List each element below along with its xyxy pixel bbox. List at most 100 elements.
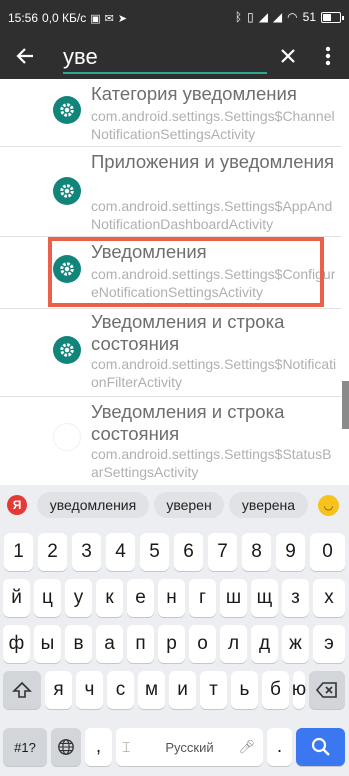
key[interactable]: ф — [3, 625, 30, 663]
key[interactable]: р — [158, 625, 185, 663]
item-subtitle: com.android.settings.Settings$AppAndNoti… — [91, 198, 333, 232]
list-item[interactable]: Уведомления и строка состояния com.andro… — [0, 397, 341, 485]
email-icon: ✉ — [104, 12, 114, 25]
results-list: Категория уведомления com.android.settin… — [0, 79, 349, 485]
key[interactable]: л — [220, 625, 247, 663]
language-key[interactable] — [51, 728, 81, 766]
key[interactable]: 0 — [310, 533, 345, 571]
list-item[interactable]: Категория уведомления com.android.settin… — [0, 79, 341, 147]
key[interactable]: а — [96, 625, 123, 663]
suggestion-chip[interactable]: уверен — [154, 492, 224, 518]
bluetooth-icon: ᛒ — [234, 10, 243, 24]
suggestion-chip[interactable]: уверена — [229, 492, 308, 518]
key[interactable]: 3 — [72, 533, 101, 571]
key[interactable]: т — [200, 671, 227, 709]
search-field[interactable] — [63, 41, 267, 74]
list-item[interactable]: Приложения и уведомления com.android.set… — [0, 147, 341, 237]
gear-icon — [53, 336, 81, 364]
key[interactable]: в — [65, 625, 92, 663]
cursor-icon: ⌶ — [122, 738, 131, 755]
gear-icon — [53, 177, 81, 205]
item-title: Уведомления и строка состояния — [91, 311, 285, 354]
symbols-key[interactable]: #1? — [3, 728, 47, 766]
search-key[interactable] — [296, 728, 345, 766]
key[interactable]: я — [45, 671, 72, 709]
key[interactable]: 6 — [174, 533, 203, 571]
net-speed: 0,0 КБ/с — [42, 11, 87, 25]
item-subtitle: com.android.settings.Settings$ConfigureN… — [91, 266, 336, 300]
keyboard: Я уведомления уверен уверена ◡ 1 2 3 4 5… — [0, 485, 349, 776]
space-key[interactable]: ⌶ Русский 🎤︎ — [116, 728, 263, 766]
item-title: Уведомления и строка состояния — [91, 401, 285, 444]
scrollbar[interactable] — [342, 381, 349, 429]
arrow-left-icon — [16, 48, 33, 64]
key[interactable]: ю — [292, 671, 306, 709]
status-bar: 15:56 0,0 КБ/с ▣ ✉ ➤ ᛒ ▯ ◢ ◢ ◠ 51 — [0, 0, 349, 33]
item-subtitle: com.android.settings.Settings$ChannelNot… — [91, 108, 335, 142]
suggestion-chip[interactable]: уведомления — [37, 492, 149, 518]
key[interactable]: ц — [34, 579, 61, 617]
key[interactable]: й — [3, 579, 30, 617]
item-title: Уведомления — [91, 241, 207, 262]
close-icon — [281, 49, 295, 63]
search-underline — [63, 72, 267, 74]
key[interactable]: м — [138, 671, 165, 709]
key[interactable]: 2 — [38, 533, 67, 571]
key[interactable]: ь — [231, 671, 258, 709]
key[interactable]: 9 — [276, 533, 305, 571]
key[interactable]: б — [262, 671, 289, 709]
signal-icon: ◢ — [258, 10, 268, 24]
list-item[interactable]: Уведомления и строка состояния com.andro… — [0, 309, 341, 397]
key[interactable]: э — [313, 625, 345, 663]
suggestion-bar: Я уведомления уверен уверена ◡ — [0, 485, 349, 523]
key[interactable]: о — [189, 625, 216, 663]
key[interactable]: к — [96, 579, 123, 617]
item-subtitle: com.android.settings.Settings$StatusBarS… — [91, 446, 332, 480]
key[interactable]: 4 — [106, 533, 135, 571]
key[interactable]: ы — [34, 625, 61, 663]
more-button[interactable] — [314, 41, 342, 71]
key[interactable]: з — [282, 579, 309, 617]
key[interactable]: г — [189, 579, 216, 617]
key[interactable]: и — [169, 671, 196, 709]
key[interactable]: 7 — [208, 533, 237, 571]
wifi-icon: ◠ — [287, 10, 298, 24]
key[interactable]: х — [313, 579, 345, 617]
backspace-icon — [316, 682, 337, 698]
gear-icon — [53, 255, 81, 283]
clear-button[interactable] — [272, 41, 304, 71]
vibrate-icon: ▯ — [247, 10, 254, 24]
period-key[interactable]: . — [267, 728, 292, 766]
backspace-key[interactable] — [309, 671, 345, 709]
blank-icon — [53, 423, 81, 451]
key[interactable]: е — [127, 579, 154, 617]
key[interactable]: ш — [220, 579, 247, 617]
telegram-icon: ➤ — [117, 12, 128, 25]
search-input[interactable] — [63, 41, 267, 73]
key[interactable]: щ — [251, 579, 278, 617]
key[interactable]: 8 — [242, 533, 271, 571]
emoji-icon[interactable]: ◡ — [318, 495, 339, 516]
list-item[interactable]: Уведомления com.android.settings.Setting… — [0, 237, 341, 309]
shift-key[interactable] — [3, 671, 41, 709]
back-button[interactable] — [10, 41, 40, 71]
sim-icon: ▣ — [90, 12, 101, 25]
comma-key[interactable]: , — [85, 728, 112, 766]
key[interactable]: у — [65, 579, 92, 617]
item-title: Приложения и уведомления — [91, 151, 335, 172]
clock: 15:56 — [8, 11, 39, 25]
signal-2-icon: ◢ — [272, 10, 283, 24]
more-vert-icon — [325, 46, 331, 66]
key[interactable]: с — [107, 671, 134, 709]
key[interactable]: д — [251, 625, 278, 663]
battery-icon — [321, 11, 344, 23]
key[interactable]: ж — [282, 625, 309, 663]
yandex-logo[interactable]: Я — [7, 495, 27, 515]
key[interactable]: 5 — [140, 533, 169, 571]
key[interactable]: н — [158, 579, 185, 617]
shift-icon — [12, 681, 32, 698]
item-subtitle: com.android.settings.Settings$Notificati… — [91, 356, 337, 390]
key[interactable]: п — [127, 625, 154, 663]
key[interactable]: 1 — [4, 533, 33, 571]
key[interactable]: ч — [76, 671, 103, 709]
